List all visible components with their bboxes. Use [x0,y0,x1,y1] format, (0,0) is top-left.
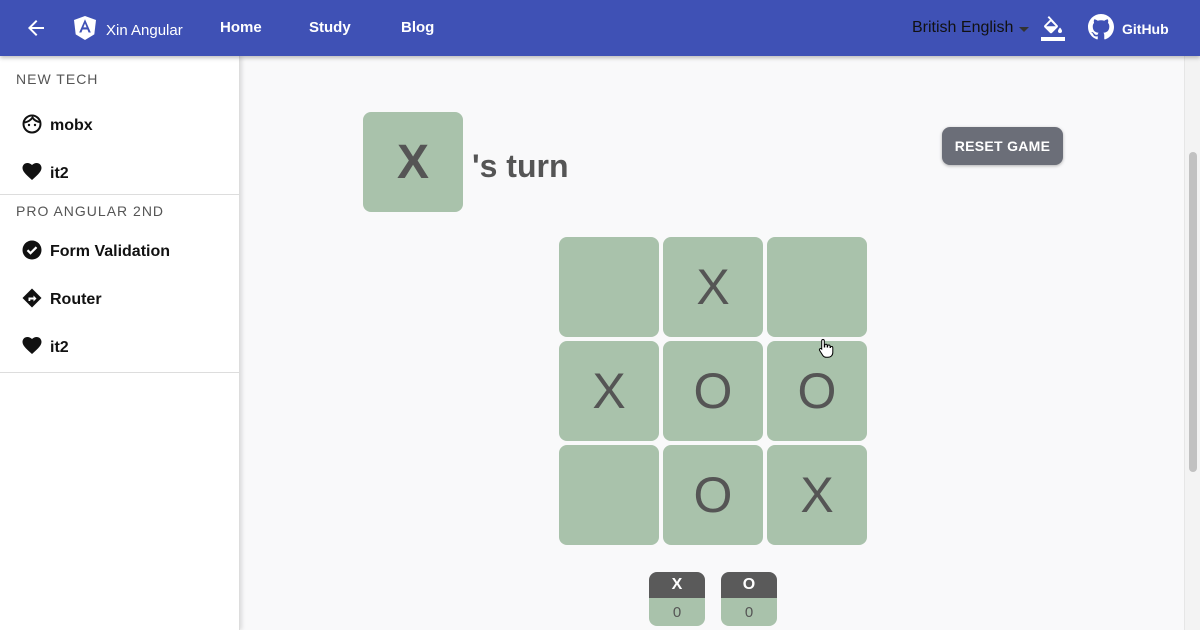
board-cell[interactable] [559,445,659,545]
reset-game-button[interactable]: RESET GAME [942,127,1063,165]
heart-icon [22,336,42,361]
hand-pointer-cursor-icon [818,338,834,358]
sidebar-item-label: mobx [50,117,93,134]
top-toolbar: Xin Angular Home Study Blog British Engl… [0,0,1200,56]
sidebar-item-it2[interactable]: it2 [0,150,239,198]
language-label: British English [912,19,1014,36]
nav-study[interactable]: Study [309,19,351,36]
vertical-scrollbar[interactable] [1184,56,1200,630]
heart-icon [22,162,42,187]
sidebar-item-label: it2 [50,165,69,182]
scrollbar-thumb[interactable] [1189,152,1197,472]
sidebar-item-router[interactable]: Router [0,276,239,324]
sidebar-item-label: Form Validation [50,243,171,260]
score-player-label: X [649,572,705,598]
board-cell[interactable]: X [663,237,763,337]
brand-link[interactable]: Xin Angular [74,16,183,44]
sidebar-item-form-validation[interactable]: Form Validation [0,228,239,276]
sidebar: NEW TECH mobx it2 PRO ANGULAR 2ND Form V… [0,56,240,630]
paint-bucket-icon[interactable] [1040,14,1066,42]
caret-down-icon [1019,26,1030,32]
language-select[interactable]: British English [912,19,1030,37]
game-board: X X O O O X [559,237,867,545]
directions-icon [22,288,42,313]
board-cell[interactable]: X [767,445,867,545]
face-icon [22,114,42,139]
score-card-x: X 0 [649,572,705,626]
nav-blog[interactable]: Blog [401,19,434,36]
angular-logo-icon [74,16,96,44]
github-icon [1088,14,1114,43]
sidebar-item-mobx[interactable]: mobx [0,102,239,150]
board-cell[interactable]: X [559,341,659,441]
sidebar-item-label: it2 [50,339,69,356]
board-cell[interactable]: O [767,341,867,441]
turn-label: 's turn [472,148,569,184]
back-arrow-icon[interactable] [24,16,48,40]
nav-home[interactable]: Home [220,19,262,36]
section-divider [0,372,239,373]
check-circle-icon [22,240,42,265]
github-label: GitHub [1122,20,1169,37]
board-cell[interactable]: O [663,341,763,441]
board-cell[interactable] [559,237,659,337]
sidebar-item-it2[interactable]: it2 [0,324,239,372]
section-header-new-tech: NEW TECH [16,71,99,87]
brand-title: Xin Angular [106,21,183,39]
section-header-pro-angular: PRO ANGULAR 2ND [16,203,165,219]
score-value: 0 [721,598,777,626]
score-value: 0 [649,598,705,626]
github-link[interactable]: GitHub [1088,14,1169,43]
sidebar-item-label: Router [50,291,102,308]
current-player-box: X [363,112,463,212]
board-cell[interactable]: O [663,445,763,545]
score-card-o: O 0 [721,572,777,626]
score-player-label: O [721,572,777,598]
board-cell[interactable] [767,237,867,337]
